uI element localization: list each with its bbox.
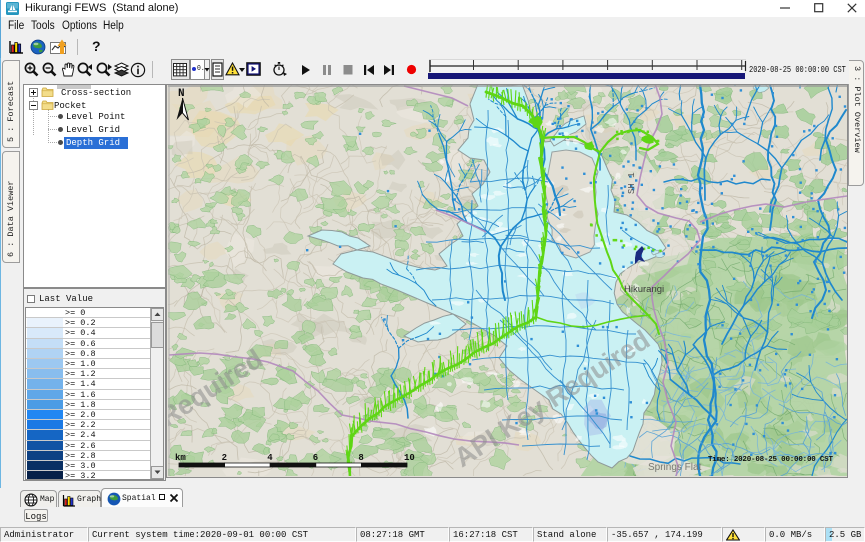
svg-text:2: 2 [222,453,227,463]
svg-text:4: 4 [267,453,273,463]
svg-text:Hikurangi: Hikurangi [624,284,664,295]
svg-text:SH 1: SH 1 [627,172,637,194]
svg-text:Springs Flat: Springs Flat [648,462,702,473]
svg-text:km: km [175,453,186,463]
svg-text:Time: 2020-08-25 00:00:00 CST: Time: 2020-08-25 00:00:00 CST [708,456,833,464]
svg-text:N: N [178,88,185,100]
svg-text:6: 6 [313,453,318,463]
svg-text:10: 10 [404,453,415,463]
svg-text:8: 8 [358,453,363,463]
